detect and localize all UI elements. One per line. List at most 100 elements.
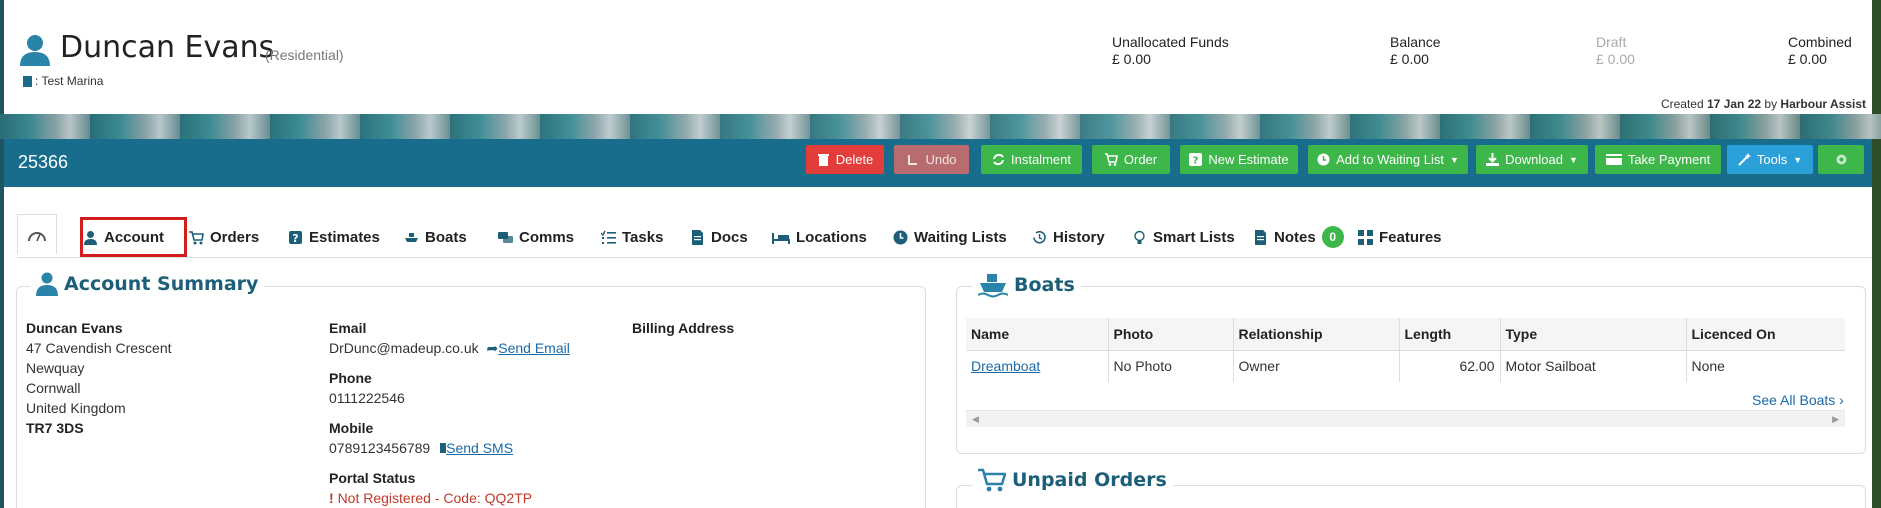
created-info: Created 17 Jan 22 by Harbour Assist xyxy=(1661,97,1866,111)
undo-button[interactable]: Undo xyxy=(894,145,969,174)
note-icon xyxy=(1255,229,1266,245)
cart-icon xyxy=(1104,153,1118,166)
created-by-prefix: by xyxy=(1764,97,1778,111)
billing-block: Billing Address xyxy=(632,318,734,338)
tab-dashboard[interactable] xyxy=(17,214,57,254)
panel-title-text: Boats xyxy=(1014,274,1075,296)
tab-bar: Account Orders ? Estimates Boats Comms T… xyxy=(17,214,1872,258)
phone-block: Phone 0111222546 xyxy=(329,368,405,408)
column-header[interactable]: Name xyxy=(966,318,1109,351)
tab-notes[interactable]: Notes 0 xyxy=(1253,218,1344,256)
order-button[interactable]: Order xyxy=(1092,145,1170,174)
customer-type: (Residential) xyxy=(265,47,344,63)
table-header-row: Name Photo Relationship Length Type Lice… xyxy=(966,318,1845,351)
tab-estimates[interactable]: ? Estimates xyxy=(288,218,380,256)
undo-icon xyxy=(908,155,918,165)
instalment-button[interactable]: Instalment xyxy=(981,145,1082,174)
magic-wand-icon xyxy=(1738,153,1751,166)
person-icon xyxy=(36,272,58,296)
tab-tasks[interactable]: Tasks xyxy=(601,218,663,256)
download-label: Download xyxy=(1505,152,1563,167)
column-header[interactable]: Relationship xyxy=(1233,318,1400,351)
tab-label: Account xyxy=(104,228,164,246)
cart-icon xyxy=(189,230,204,244)
created-prefix: Created xyxy=(1660,97,1704,111)
action-toolbar: 25366 Delete Undo Instalment Order ? New… xyxy=(4,139,1872,187)
column-header[interactable]: Photo xyxy=(1108,318,1234,351)
chat-icon xyxy=(498,231,513,243)
account-id: 25366 xyxy=(18,152,69,172)
tools-button[interactable]: Tools ▼ xyxy=(1727,145,1813,174)
address-name: Duncan Evans xyxy=(26,320,123,336)
clock-icon xyxy=(1317,153,1330,166)
phone-value: 0111222546 xyxy=(329,390,405,406)
created-by: Harbour Assist xyxy=(1780,97,1866,111)
finance-label: Balance xyxy=(1390,34,1441,50)
tab-history[interactable]: History xyxy=(1032,218,1105,256)
finance-label: Unallocated Funds xyxy=(1112,34,1229,50)
column-header[interactable]: Length xyxy=(1399,318,1501,351)
chevron-down-icon: ▼ xyxy=(1793,154,1803,165)
scroll-left-icon[interactable]: ◀ xyxy=(972,414,979,425)
tab-smart-lists[interactable]: Smart Lists xyxy=(1132,218,1235,256)
column-header[interactable]: Licenced On xyxy=(1686,318,1845,351)
tab-comms[interactable]: Comms xyxy=(498,218,574,256)
balance: Balance £ 0.00 xyxy=(1390,34,1441,68)
tab-features[interactable]: Features xyxy=(1358,218,1442,256)
tab-orders[interactable]: Orders xyxy=(189,218,259,256)
unpaid-orders-title: Unpaid Orders xyxy=(972,468,1173,492)
column-header[interactable]: Type xyxy=(1500,318,1687,351)
svg-text:?: ? xyxy=(1193,156,1199,167)
question-icon: ? xyxy=(1189,153,1203,167)
account-summary-title: Account Summary xyxy=(30,272,265,296)
tab-label: Estimates xyxy=(309,228,380,246)
finance-value: £ 0.00 xyxy=(1788,51,1827,67)
customer-name: Duncan Evans xyxy=(60,30,275,65)
tab-label: Smart Lists xyxy=(1153,228,1235,246)
scroll-right-icon[interactable]: ▶ xyxy=(1832,414,1839,425)
order-label: Order xyxy=(1123,152,1158,167)
take-payment-button[interactable]: Take Payment xyxy=(1595,145,1721,174)
boats-title: Boats xyxy=(972,272,1081,298)
see-all-label: See All Boats xyxy=(1752,392,1836,408)
grid-icon xyxy=(1358,229,1373,245)
boat-name-link[interactable]: Dreamboat xyxy=(971,358,1040,374)
send-sms-link[interactable]: Send SMS xyxy=(446,440,513,456)
finance-value: £ 0.00 xyxy=(1596,51,1635,67)
tools-label: Tools xyxy=(1756,152,1788,167)
finance-label: Combined xyxy=(1788,34,1852,50)
finance-value: £ 0.00 xyxy=(1112,51,1151,67)
boat-type: Motor Sailboat xyxy=(1500,350,1687,382)
see-all-boats-link[interactable]: See All Boats › xyxy=(1752,392,1844,408)
mobile-value: 0789123456789 xyxy=(329,440,431,456)
table-row: Dreamboat No Photo Owner 62.00 Motor Sai… xyxy=(966,350,1845,382)
download-button[interactable]: Download ▼ xyxy=(1476,145,1588,174)
tab-label: History xyxy=(1053,228,1105,246)
mobile-label: Mobile xyxy=(329,420,374,436)
tab-label: Comms xyxy=(519,228,575,246)
marina-name: : Test Marina xyxy=(35,74,104,88)
new-estimate-button[interactable]: ? New Estimate xyxy=(1180,145,1298,174)
tab-boats[interactable]: Boats xyxy=(404,218,467,256)
user-icon xyxy=(84,230,97,245)
horizontal-scrollbar[interactable]: ◀ ▶ xyxy=(966,410,1845,427)
tab-label: Waiting Lists xyxy=(914,228,1007,246)
checklist-icon xyxy=(601,230,616,244)
share-icon: ➦ xyxy=(486,340,499,356)
add-to-waiting-list-button[interactable]: Add to Waiting List ▼ xyxy=(1308,145,1468,174)
tab-waiting-lists[interactable]: Waiting Lists xyxy=(893,218,1007,256)
send-email-link[interactable]: Send Email xyxy=(498,340,570,356)
customer-header: Duncan Evans (Residential) : Test Marina… xyxy=(4,0,1872,114)
tab-locations[interactable]: Locations xyxy=(772,218,867,256)
take-payment-label: Take Payment xyxy=(1627,152,1711,167)
boat-icon xyxy=(405,232,418,242)
trash-icon xyxy=(817,154,829,166)
address-block: Duncan Evans 47 Cavendish Crescent Newqu… xyxy=(26,318,172,438)
settings-button[interactable] xyxy=(1818,145,1864,174)
cart-icon xyxy=(978,468,1006,492)
email-block: Email DrDunc@madeup.co.uk ➦Send Email xyxy=(329,318,570,358)
delete-button[interactable]: Delete xyxy=(806,145,884,174)
tab-docs[interactable]: Docs xyxy=(690,218,748,256)
tab-account[interactable]: Account xyxy=(83,218,164,256)
finance-value: £ 0.00 xyxy=(1390,51,1429,67)
